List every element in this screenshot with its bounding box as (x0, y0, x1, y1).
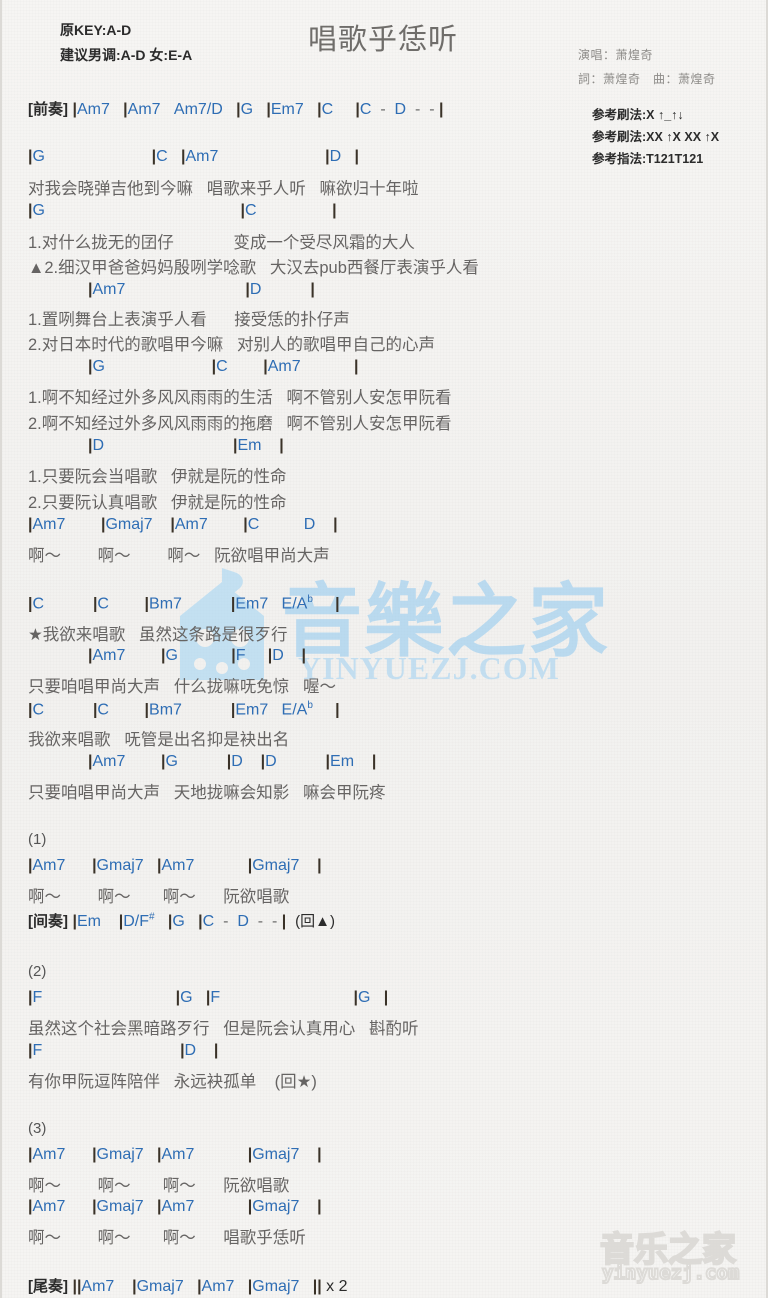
chord-line: |G |C |Am7 | (88, 358, 359, 375)
lyric-line: 2.只要阮认真唱歌 伊就是阮的性命 (28, 494, 287, 512)
lyric-line: 1.啊不知经过外多风风雨雨的生活 啊不管别人安怎甲阮看 (28, 389, 452, 407)
chord-line: [尾奏] ||Am7 |Gmaj7 |Am7 |Gmaj7 || x 2 (28, 1278, 348, 1295)
chord-line: |C |C |Bm7 |Em7 E/Ab | (28, 594, 340, 613)
chord-line: [间奏] |Em |D/F# |G |C - D - - | (回▲) (28, 911, 335, 930)
chord-line: |F |G |F |G | (28, 989, 389, 1006)
lyric-line: 1.对什么拢无的囝仔 变成一个受尽风霜的大人 (28, 234, 415, 252)
lyric-line: 有你甲阮逗阵陪伴 永远袂孤单 (回★) (28, 1073, 317, 1091)
chord-line: |Am7 |D | (88, 281, 315, 298)
chord-line: |G |C | (28, 202, 337, 219)
chord-line: |Am7 |Gmaj7 |Am7 |Gmaj7 | (28, 1146, 322, 1163)
section-label: (3) (28, 1120, 47, 1137)
chord-line: |C |C |Bm7 |Em7 E/Ab | (28, 700, 340, 719)
lyric-line: 我欲来唱歌 呒管是出名抑是袂出名 (28, 731, 290, 749)
lyric-line: 啊～ 啊～ 啊～ 阮欲唱歌 (28, 888, 290, 906)
lyric-line: 只要咱唱甲尚大声 天地拢嘛会知影 嘛会甲阮疼 (28, 784, 386, 802)
lyric-line: 啊～ 啊～ 啊～ 阮欲唱甲尚大声 (28, 547, 330, 565)
lyric-line: 啊～ 啊～ 啊～ 阮欲唱歌 (28, 1177, 290, 1195)
chord-line: |D |Em | (88, 437, 284, 454)
chord-line: [前奏] |Am7 |Am7 Am7/D |G |Em7 |C |C - D -… (28, 101, 444, 118)
chord-line: |Am7 |Gmaj7 |Am7 |Gmaj7 | (28, 1198, 322, 1215)
lyric-line: 1.置咧舞台上表演乎人看 接受恁的扑仔声 (28, 311, 350, 329)
chord-line: |Am7 |Gmaj7 |Am7 |Gmaj7 | (28, 857, 322, 874)
section-label: (1) (28, 831, 47, 848)
chord-sheet-body: [前奏] |Am7 |Am7 Am7/D |G |Em7 |C |C - D -… (0, 0, 768, 1298)
chord-line: |G |C |Am7 |D | (28, 148, 359, 165)
lyric-line: ★我欲来唱歌 虽然这条路是很歹行 (28, 626, 288, 644)
lyric-line: 对我会晓弹吉他到今嘛 唱歌来乎人听 嘛欲归十年啦 (28, 180, 419, 198)
lyric-line: ▲2.细汉甲爸爸妈妈殷咧学唸歌 大汉去pub西餐厅表演乎人看 (28, 259, 479, 277)
lyric-line: 只要咱唱甲尚大声 什么拢嘛呒免惊 喔～ (28, 678, 337, 696)
lyric-line: 啊～ 啊～ 啊～ 唱歌乎恁听 (28, 1229, 306, 1247)
lyric-line: 2.啊不知经过外多风风雨雨的拖磨 啊不管别人安怎甲阮看 (28, 415, 452, 433)
chord-line: |F |D | (28, 1042, 219, 1059)
chord-line: |Am7 |G |F |D | (88, 647, 307, 664)
lyric-line: 1.只要阮会当唱歌 伊就是阮的性命 (28, 468, 287, 486)
chord-line: |Am7 |Gmaj7 |Am7 |C D | (28, 516, 338, 533)
chord-line: |Am7 |G |D |D |Em | (88, 753, 377, 770)
section-label: (2) (28, 963, 47, 980)
lyric-line: 2.对日本时代的歌唱甲今嘛 对别人的歌唱甲自己的心声 (28, 336, 436, 354)
lyric-line: 虽然这个社会黑暗路歹行 但是阮会认真用心 斟酌听 (28, 1020, 419, 1038)
